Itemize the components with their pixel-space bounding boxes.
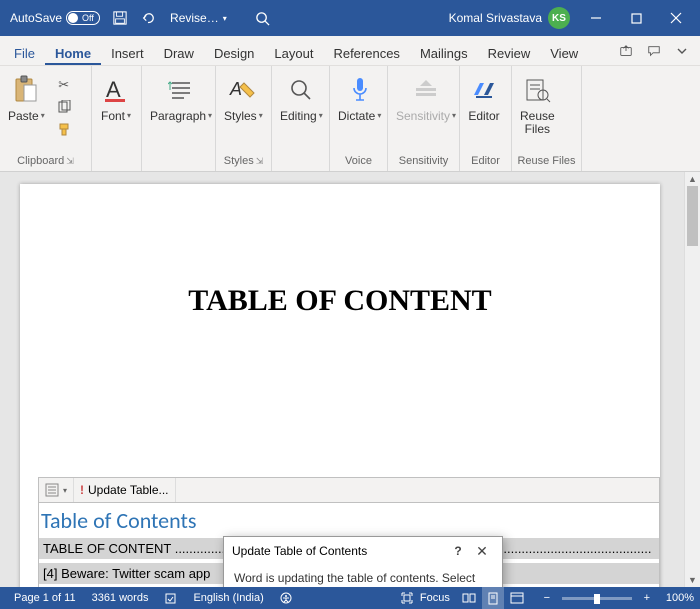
paragraph-button[interactable]: Paragraph▾ — [144, 70, 218, 127]
document-area[interactable]: TABLE OF CONTENT ▾ ! Update Table... Tab… — [0, 172, 700, 587]
tab-insert[interactable]: Insert — [101, 40, 154, 65]
group-editor: Editor — [462, 151, 509, 171]
tab-view[interactable]: View — [540, 40, 588, 65]
accessibility-button[interactable] — [272, 592, 300, 604]
find-icon — [285, 74, 317, 106]
read-mode-button[interactable] — [458, 587, 480, 609]
tab-draw[interactable]: Draw — [154, 40, 204, 65]
account-button[interactable]: Komal Srivastava KS — [449, 7, 570, 29]
document-name[interactable]: Revise… ▾ — [170, 11, 227, 25]
editor-icon — [468, 74, 500, 106]
reuse-files-icon — [521, 74, 553, 106]
language-indicator[interactable]: English (India) — [185, 592, 271, 604]
scrollbar-thumb[interactable] — [687, 186, 698, 246]
format-painter-icon[interactable] — [55, 120, 73, 138]
group-styles: Styles⇲ — [218, 151, 269, 171]
copy-icon[interactable] — [55, 98, 73, 116]
editor-button[interactable]: Editor — [462, 70, 506, 127]
undo-icon[interactable] — [134, 0, 162, 36]
search-icon[interactable] — [249, 0, 277, 36]
page-heading: TABLE OF CONTENT — [20, 284, 660, 318]
scroll-up-icon[interactable]: ▲ — [685, 172, 700, 186]
styles-icon: A — [227, 74, 259, 106]
editing-button[interactable]: Editing▾ — [274, 70, 329, 127]
tab-review[interactable]: Review — [478, 40, 541, 65]
paragraph-icon — [165, 74, 197, 106]
collapse-ribbon-button[interactable] — [668, 37, 696, 65]
ribbon: Paste▾ ✂ Clipboard⇲ A Font▾ Paragraph▾ A… — [0, 66, 700, 172]
tab-file[interactable]: File — [4, 40, 45, 65]
web-layout-button[interactable] — [506, 587, 528, 609]
ribbon-tabs: File Home Insert Draw Design Layout Refe… — [0, 36, 700, 66]
toc-menu-button[interactable]: ▾ — [39, 478, 74, 502]
save-icon[interactable] — [106, 0, 134, 36]
toc-update-button[interactable]: ! Update Table... — [74, 478, 176, 502]
sensitivity-icon — [410, 74, 442, 106]
dialog-message: Word is updating the table of contents. … — [234, 571, 492, 587]
word-count[interactable]: 3361 words — [84, 592, 157, 604]
focus-mode-button[interactable] — [396, 587, 418, 609]
zoom-level[interactable]: 100% — [666, 592, 694, 604]
reuse-files-button[interactable]: Reuse Files — [514, 70, 561, 140]
group-paragraph — [144, 151, 213, 171]
statusbar: Page 1 of 11 3361 words English (India) … — [0, 587, 700, 609]
dialog-title: Update Table of Contents — [232, 544, 446, 558]
comments-button[interactable] — [640, 37, 668, 65]
font-button[interactable]: A Font▾ — [94, 70, 138, 127]
zoom-slider[interactable] — [562, 597, 632, 600]
sensitivity-button: Sensitivity▾ — [390, 70, 462, 127]
update-icon: ! — [80, 483, 84, 497]
toc-title: Table of Contents — [38, 503, 660, 538]
autosave-switch[interactable]: Off — [66, 11, 100, 25]
dialog-help-button[interactable]: ? — [446, 544, 470, 558]
zoom-in-button[interactable]: + — [636, 587, 658, 609]
dictate-button[interactable]: Dictate▾ — [332, 70, 387, 127]
tab-mailings[interactable]: Mailings — [410, 40, 478, 65]
group-sensitivity: Sensitivity — [390, 151, 457, 171]
tab-design[interactable]: Design — [204, 40, 264, 65]
zoom-out-button[interactable]: − — [536, 587, 558, 609]
group-font — [94, 151, 139, 171]
autosave-toggle[interactable]: AutoSave Off — [4, 11, 106, 25]
titlebar: AutoSave Off Revise… ▾ Komal Srivastava … — [0, 0, 700, 36]
styles-button[interactable]: A Styles▾ — [218, 70, 269, 127]
clipboard-icon — [10, 74, 42, 106]
svg-text:A: A — [106, 77, 121, 102]
svg-text:A: A — [229, 79, 242, 99]
toc-toolbar: ▾ ! Update Table... — [38, 477, 660, 503]
avatar: KS — [548, 7, 570, 29]
tab-layout[interactable]: Layout — [264, 40, 323, 65]
autosave-label: AutoSave — [10, 11, 62, 25]
user-name: Komal Srivastava — [449, 11, 542, 25]
minimize-button[interactable] — [576, 0, 616, 36]
font-icon: A — [100, 74, 132, 106]
update-toc-dialog: Update Table of Contents ? ✕ Word is upd… — [223, 536, 503, 587]
close-button[interactable] — [656, 0, 696, 36]
spellcheck-button[interactable] — [156, 592, 185, 605]
dialog-close-button[interactable]: ✕ — [470, 543, 494, 560]
vertical-scrollbar[interactable]: ▲ ▼ — [684, 172, 700, 587]
group-voice: Voice — [332, 151, 385, 171]
group-editing — [274, 151, 327, 171]
paste-button[interactable]: Paste▾ — [2, 70, 51, 127]
group-reuse-files: Reuse Files — [514, 151, 579, 171]
group-clipboard: Clipboard⇲ — [2, 151, 89, 171]
share-button[interactable] — [612, 37, 640, 65]
cut-icon[interactable]: ✂ — [55, 76, 73, 94]
page-indicator[interactable]: Page 1 of 11 — [6, 592, 84, 604]
tab-references[interactable]: References — [323, 40, 409, 65]
tab-home[interactable]: Home — [45, 40, 101, 65]
print-layout-button[interactable] — [482, 587, 504, 609]
maximize-button[interactable] — [616, 0, 656, 36]
scroll-down-icon[interactable]: ▼ — [685, 573, 700, 587]
microphone-icon — [344, 74, 376, 106]
